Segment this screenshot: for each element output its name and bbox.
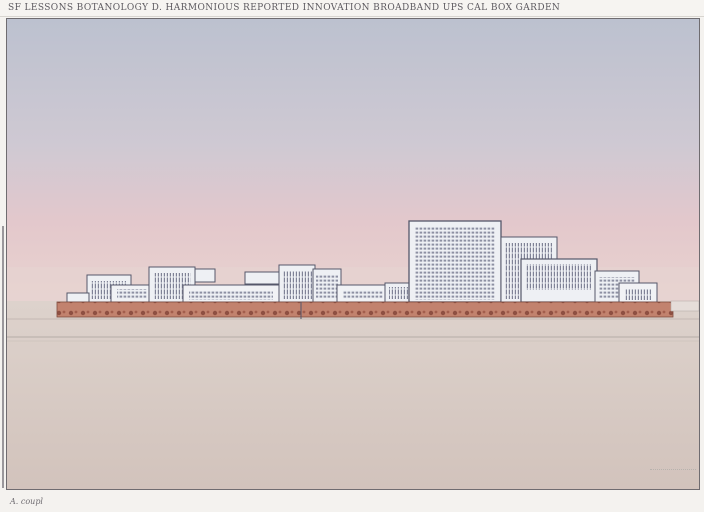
header-rule xyxy=(0,16,704,17)
header-strip: SF LESSONS BOTANOLOGY D. HARMONIOUS REPO… xyxy=(0,0,704,18)
signature-text: A. coupl xyxy=(10,497,43,506)
illustration-frame xyxy=(6,18,700,490)
header-caption: SF LESSONS BOTANOLOGY D. HARMONIOUS REPO… xyxy=(8,3,561,13)
cityscape-illustration xyxy=(7,19,699,489)
hedge-row xyxy=(56,301,674,318)
left-edge-mark xyxy=(2,226,4,488)
ground-plane xyxy=(7,301,699,489)
watermark-dots xyxy=(650,469,696,473)
